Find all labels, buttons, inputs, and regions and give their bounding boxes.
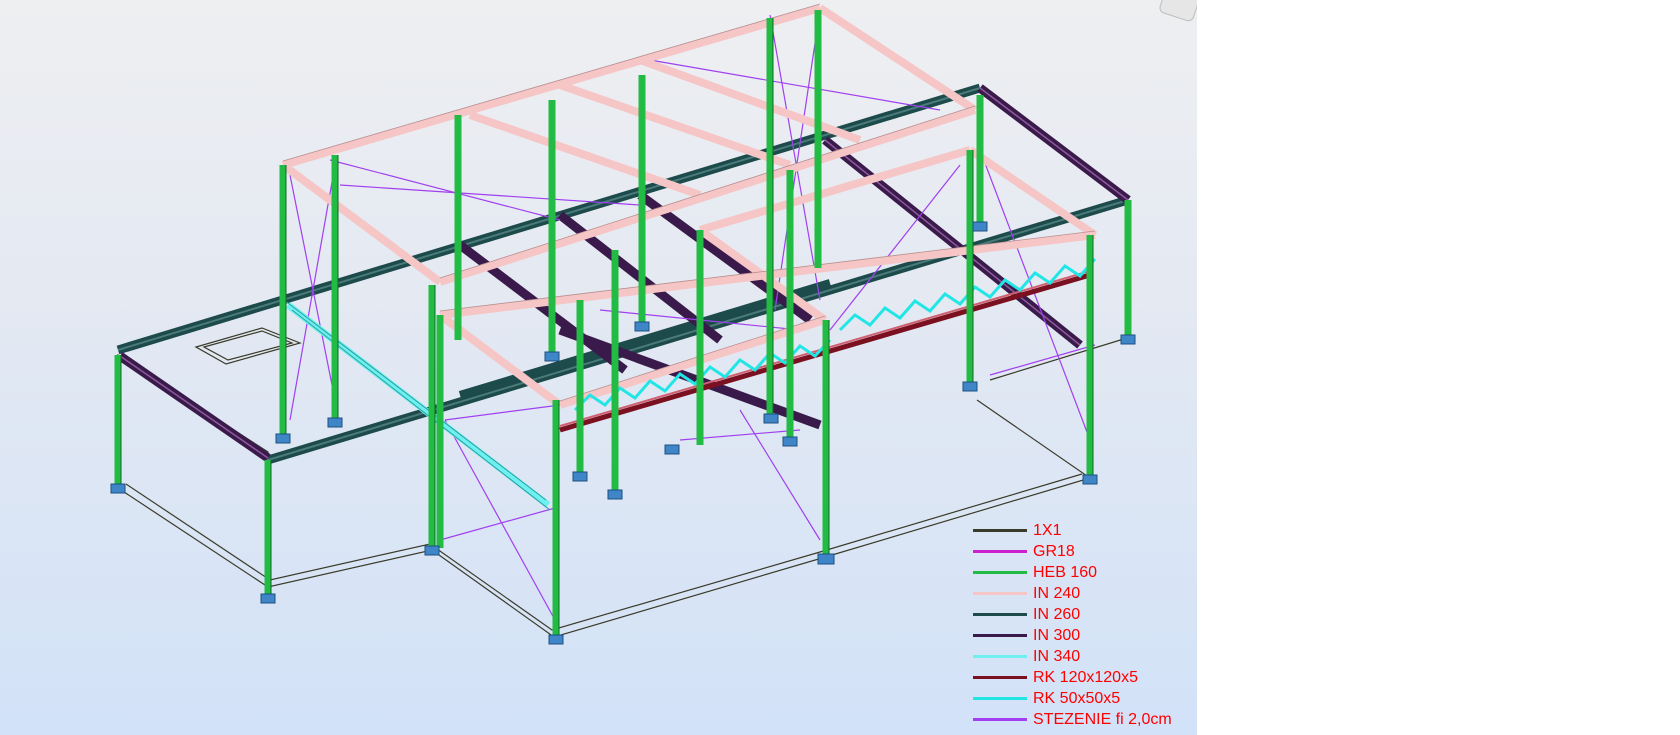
support-icon: [763, 413, 779, 424]
support-icon: [110, 483, 126, 494]
legend-swatch: [973, 634, 1027, 637]
support-icon: [544, 351, 560, 362]
legend-swatch: [973, 592, 1027, 595]
empty-area: [1197, 0, 1680, 735]
support-icon: [1120, 334, 1136, 345]
legend-label: RK 50x50x5: [1033, 690, 1121, 707]
legend-swatch: [973, 655, 1027, 658]
support-icon: [817, 553, 835, 565]
legend-item: RK 120x120x5: [973, 667, 1195, 688]
support-icon: [327, 417, 343, 428]
support-icon: [962, 381, 978, 392]
legend-swatch: [973, 718, 1027, 721]
legend-item: IN 340: [973, 646, 1195, 667]
legend-item: IN 260: [973, 604, 1195, 625]
legend-item: GR18: [973, 541, 1195, 562]
support-icon: [275, 433, 291, 444]
section-legend: 1X1 GR18 HEB 160 IN 240 IN 260 IN 300 IN 340 RK…: [973, 520, 1195, 730]
legend-item: HEB 160: [973, 562, 1195, 583]
support-icon: [972, 221, 988, 232]
legend-label: IN 340: [1033, 648, 1081, 665]
legend-swatch: [973, 571, 1027, 574]
support-icon: [548, 634, 564, 645]
legend-label: IN 260: [1033, 606, 1081, 623]
legend-label: GR18: [1033, 543, 1075, 560]
support-icon: [664, 444, 680, 455]
support-icon: [260, 593, 276, 604]
legend-swatch: [973, 613, 1027, 616]
legend-label: RK 120x120x5: [1033, 669, 1138, 686]
legend-item: 1X1: [973, 520, 1195, 541]
model-viewport[interactable]: 1X1 GR18 HEB 160 IN 240 IN 260 IN 300 IN 340 RK…: [0, 0, 1197, 735]
legend-swatch: [973, 697, 1027, 700]
legend-item: IN 240: [973, 583, 1195, 604]
legend-swatch: [973, 676, 1027, 679]
support-icon: [782, 436, 798, 447]
legend-label: STEZENIE fi 2,0cm: [1033, 711, 1172, 728]
legend-item: STEZENIE fi 2,0cm: [973, 709, 1195, 730]
legend-label: 1X1: [1033, 522, 1062, 539]
legend-label: IN 300: [1033, 627, 1081, 644]
legend-item: IN 300: [973, 625, 1195, 646]
support-icon: [1082, 474, 1098, 485]
legend-swatch: [973, 529, 1027, 532]
beams-in340: [285, 302, 551, 508]
support-icon: [607, 489, 623, 500]
support-icon: [572, 471, 588, 482]
support-icon: [424, 545, 440, 556]
legend-item: RK 50x50x5: [973, 688, 1195, 709]
legend-label: IN 240: [1033, 585, 1081, 602]
support-icon: [634, 321, 650, 332]
legend-swatch: [973, 550, 1027, 553]
legend-label: HEB 160: [1033, 564, 1098, 581]
